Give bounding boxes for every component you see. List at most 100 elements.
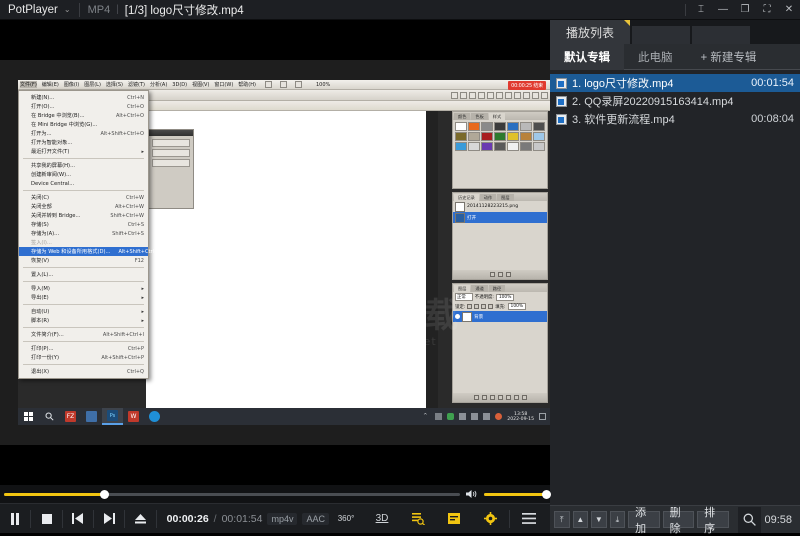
tab-placeholder[interactable] (632, 26, 690, 44)
ps-menu-layer[interactable]: 图层(L) (84, 81, 101, 88)
style-swatch[interactable] (468, 142, 480, 151)
history-panel-tabs[interactable]: 历史记录 动作 图层 (453, 193, 547, 201)
previous-button[interactable] (63, 504, 93, 534)
pencil-icon[interactable] (451, 92, 458, 99)
tray-settings-icon[interactable] (471, 413, 478, 420)
style-swatch[interactable] (481, 142, 493, 151)
pin-icon[interactable]: ⌶ (690, 0, 712, 20)
delete-layer-icon[interactable] (522, 395, 527, 400)
tab-color[interactable]: 颜色 (454, 113, 470, 120)
style-swatch[interactable] (481, 132, 493, 141)
file-menu-item[interactable]: 最近打开文件(T)▸ (19, 147, 148, 156)
layers-lock-row[interactable]: 锁定: 填充: 100% (453, 302, 547, 311)
opacity-value[interactable]: 100% (496, 294, 515, 301)
recording-badge[interactable]: 00:00:25 结束 (508, 81, 546, 90)
style-swatch[interactable] (520, 122, 532, 131)
link-layers-icon[interactable] (474, 395, 479, 400)
style-swatch[interactable] (507, 142, 519, 151)
playlist-toggle-button[interactable] (401, 504, 435, 534)
file-menu-item[interactable]: 退出(X)Ctrl+Q (19, 367, 148, 376)
style-swatch[interactable] (481, 122, 493, 131)
skype-icon[interactable] (144, 408, 165, 425)
tab-layers[interactable]: 图层 (497, 194, 513, 201)
move-to-bottom-button[interactable]: ⤓ (610, 511, 626, 528)
three-d-button[interactable]: 3D (365, 504, 399, 534)
ps-menu-image[interactable]: 图像(I) (64, 81, 79, 88)
volume-slider[interactable] (484, 493, 546, 496)
layers-panel[interactable]: 图层 通道 路径 正常 不透明度: 100% 锁定: 填充: 100% (452, 283, 548, 403)
stop-button[interactable] (31, 504, 61, 534)
file-menu-item[interactable]: 打印(P)...Ctrl+P (19, 344, 148, 353)
ps-menu-select[interactable]: 选择(S) (106, 81, 123, 88)
move-down-button[interactable]: ▼ (591, 511, 607, 528)
file-menu-item[interactable]: 打开为...Alt+Shift+Ctrl+O (19, 129, 148, 138)
file-menu-item[interactable]: 存储(S)Ctrl+S (19, 220, 148, 229)
playlist-item[interactable]: 3. 软件更新流程.mp400:08:04 (550, 110, 800, 128)
ps-arrange-icon[interactable] (265, 81, 272, 88)
explorer-icon[interactable] (81, 408, 102, 425)
playlist-item[interactable]: 1. logo尺寸修改.mp400:01:54 (550, 74, 800, 92)
layers-blend-row[interactable]: 正常 不透明度: 100% (453, 292, 547, 302)
style-swatch[interactable] (455, 132, 467, 141)
app-name[interactable]: PotPlayer (0, 4, 64, 16)
file-menu-item[interactable]: 恢复(V)F12 (19, 256, 148, 265)
style-swatch[interactable] (520, 142, 532, 151)
eject-button[interactable] (125, 504, 155, 534)
tray-app-icon[interactable] (495, 413, 502, 420)
file-menu-item[interactable]: 在 Bridge 中浏览(B)...Alt+Ctrl+O (19, 111, 148, 120)
style-swatch[interactable] (455, 122, 467, 131)
new-snapshot-icon[interactable] (498, 272, 503, 277)
history-panel-footer[interactable] (453, 270, 547, 279)
history-panel[interactable]: 历史记录 动作 图层 20141128223215.png 打开 (452, 192, 548, 280)
new-layer-icon[interactable] (514, 395, 519, 400)
tab-actions[interactable]: 动作 (480, 194, 496, 201)
close-record-icon[interactable] (541, 92, 548, 99)
eye-icon[interactable] (455, 314, 460, 319)
wps-icon[interactable]: W (123, 408, 144, 425)
delete-button[interactable]: 删除 (663, 511, 695, 528)
ps-menu-help[interactable]: 帮助(H) (238, 81, 256, 88)
ps-annot-toolbar[interactable] (451, 92, 550, 99)
file-menu-item[interactable]: 关闭(C)Ctrl+W (19, 193, 148, 202)
tray-network-icon[interactable] (435, 413, 442, 420)
history-row-open[interactable]: 打开 (453, 212, 547, 223)
adjustment-layer-icon[interactable] (498, 395, 503, 400)
history-row-snapshot[interactable]: 20141128223215.png (453, 201, 547, 212)
style-swatch[interactable] (533, 122, 545, 131)
ps-menu-edit[interactable]: 编辑(E) (42, 81, 59, 88)
file-menu-item[interactable]: 关闭全部Alt+Ctrl+W (19, 202, 148, 211)
playlist-item[interactable]: 2. QQ录屏20220915163414.mp4 (550, 92, 800, 110)
subtitle-toggle-button[interactable] (437, 504, 471, 534)
file-menu-item[interactable]: 打开为智能对象... (19, 138, 148, 147)
volume-icon[interactable] (466, 489, 478, 499)
ps-menubar-icons[interactable] (265, 81, 307, 88)
file-menu-item[interactable]: 创建新审阅(W)... (19, 170, 148, 179)
lock-pixels-icon[interactable] (474, 304, 479, 309)
tab-paths[interactable]: 路径 (489, 285, 505, 292)
layers-panel-footer[interactable] (453, 393, 547, 402)
new-group-icon[interactable] (506, 395, 511, 400)
file-menu-item[interactable]: 脚本(R)▸ (19, 316, 148, 325)
move-to-top-button[interactable]: ⤒ (554, 511, 570, 528)
maximize-icon[interactable]: ❐ (734, 0, 756, 20)
style-swatch[interactable] (533, 132, 545, 141)
file-menu-item[interactable]: 导入(M)▸ (19, 284, 148, 293)
file-menu-item[interactable]: 新建(N)...Ctrl+N (19, 93, 148, 102)
style-swatch[interactable] (455, 142, 467, 151)
playlist-search-icon[interactable] (738, 507, 762, 533)
start-icon[interactable] (18, 408, 39, 425)
pause-record-icon[interactable] (523, 92, 530, 99)
move-up-button[interactable]: ▲ (573, 511, 589, 528)
photoshop-menubar[interactable]: 文件(F) 编辑(E) 图像(I) 图层(L) 选择(S) 滤镜(T) 分析(A… (18, 80, 550, 90)
file-menu-item[interactable]: 存储为 Web 和设备所用格式(D)...Alt+Shift+Ctrl+S (19, 247, 148, 256)
fill-value[interactable]: 100% (508, 303, 527, 310)
new-document-icon[interactable] (490, 272, 495, 277)
subtab-this-pc[interactable]: 此电脑 (624, 44, 687, 70)
lock-transparency-icon[interactable] (467, 304, 472, 309)
floating-palette[interactable] (148, 129, 194, 209)
tab-placeholder[interactable] (692, 26, 750, 44)
volume-handle[interactable] (542, 490, 551, 499)
lock-position-icon[interactable] (481, 304, 486, 309)
palette-row[interactable] (152, 139, 190, 147)
tab-styles[interactable]: 样式 (489, 113, 505, 120)
